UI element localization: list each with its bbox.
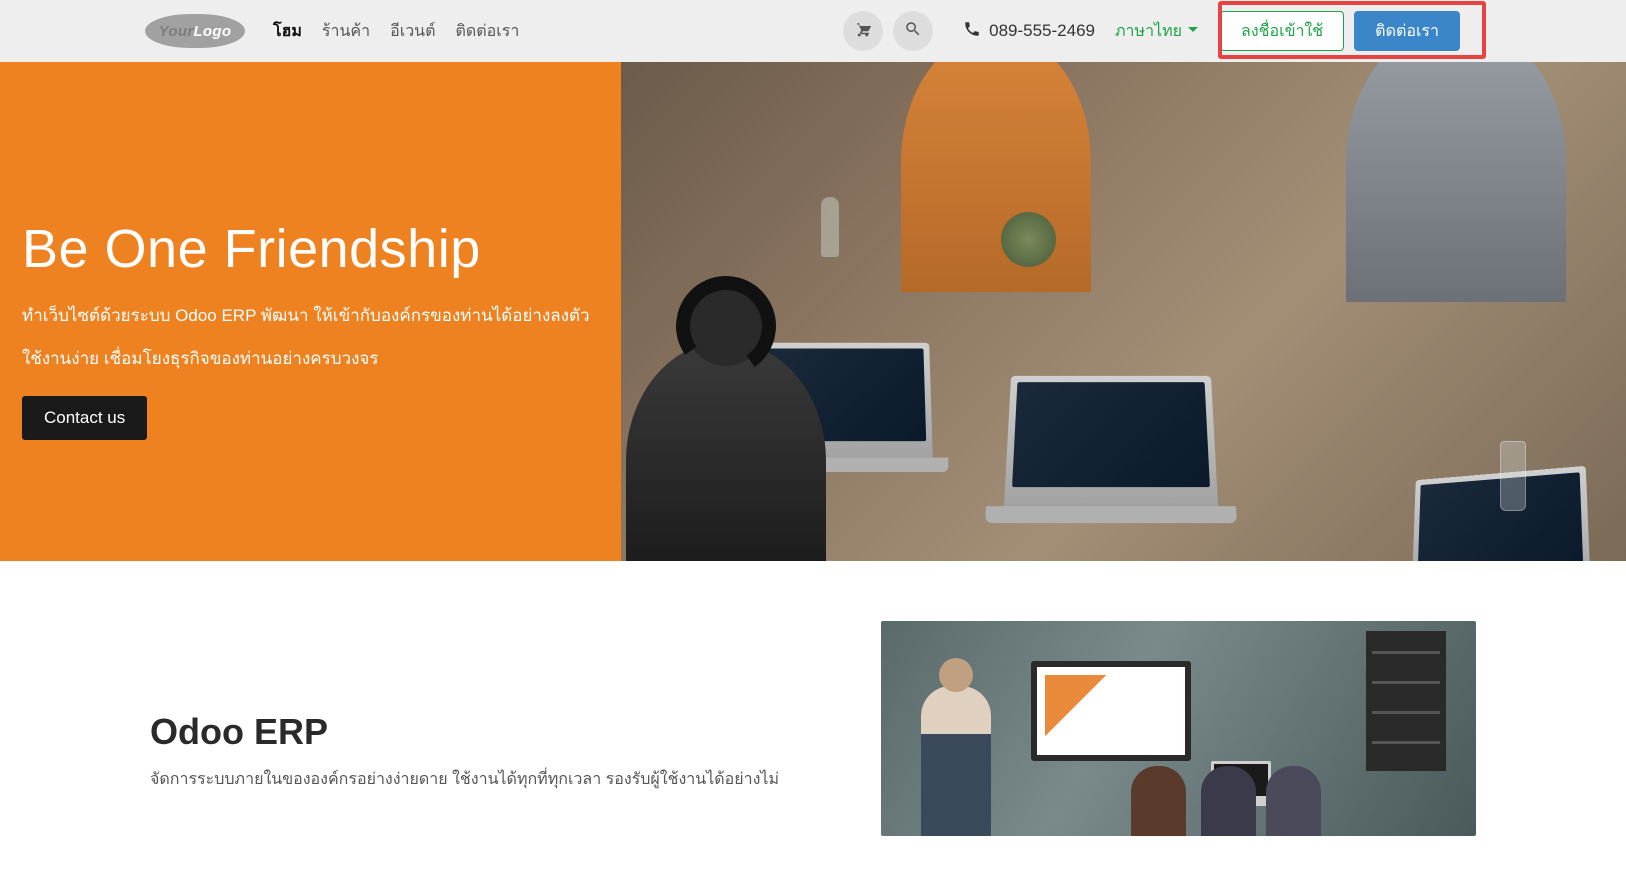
hero-person	[901, 62, 1091, 292]
language-label: ภาษาไทย	[1115, 19, 1182, 44]
phone-display: 089-555-2469	[963, 20, 1095, 43]
language-selector[interactable]: ภาษาไทย	[1115, 19, 1198, 44]
hero-image	[621, 62, 1626, 561]
signin-button[interactable]: ลงชื่อเข้าใช้	[1220, 11, 1344, 51]
hero-prop	[1001, 212, 1056, 267]
img-audience	[1131, 766, 1186, 836]
nav-shop[interactable]: ร้านค้า	[322, 19, 370, 44]
hero-text-panel: Be One Friendship ทำเว็บไซต์ด้วยระบบ Odo…	[0, 62, 621, 561]
hero-line1: ทำเว็บไซต์ด้วยระบบ Odoo ERP พัฒนา ให้เข้…	[22, 302, 597, 329]
contact-button[interactable]: ติดต่อเรา	[1354, 11, 1460, 51]
phone-icon	[963, 20, 989, 43]
site-logo[interactable]: YourLogo	[145, 14, 245, 48]
section-odoo-image	[881, 621, 1476, 836]
search-button[interactable]	[893, 11, 933, 51]
logo-text-right: Logo	[193, 23, 231, 40]
img-audience	[1201, 766, 1256, 836]
img-screen	[1031, 661, 1191, 761]
img-shelf	[1366, 631, 1446, 771]
hero-contact-button[interactable]: Contact us	[22, 396, 147, 440]
section-odoo-text: Odoo ERP จัดการระบบภายในขององค์กรอย่างง่…	[150, 621, 831, 836]
nav-events[interactable]: อีเวนต์	[390, 19, 435, 44]
nav-contact[interactable]: ติดต่อเรา	[456, 19, 520, 44]
section-odoo: Odoo ERP จัดการระบบภายในขององค์กรอย่างง่…	[0, 561, 1626, 836]
cart-icon	[854, 20, 872, 43]
main-nav: โฮม ร้านค้า อีเวนต์ ติดต่อเรา	[273, 19, 519, 44]
section-odoo-title: Odoo ERP	[150, 711, 831, 753]
logo-text-left: Your	[159, 23, 194, 40]
hero-person	[1346, 62, 1566, 302]
cart-button[interactable]	[843, 11, 883, 51]
hero-line2: ใช้งานง่าย เชื่อมโยงธุรกิจของท่านอย่างคร…	[22, 345, 597, 372]
nav-home[interactable]: โฮม	[273, 19, 302, 44]
hero-prop	[821, 197, 839, 257]
phone-number: 089-555-2469	[989, 21, 1095, 41]
hero-prop	[1500, 441, 1526, 511]
hero-section: Be One Friendship ทำเว็บไซต์ด้วยระบบ Odo…	[0, 62, 1626, 561]
chevron-down-icon	[1182, 22, 1198, 40]
img-audience	[1266, 766, 1321, 836]
img-presenter	[921, 686, 991, 836]
hero-laptop	[1004, 376, 1219, 511]
search-icon	[904, 20, 922, 43]
section-odoo-desc: จัดการระบบภายในขององค์กรอย่างง่ายดาย ใช้…	[150, 767, 831, 793]
hero-title: Be One Friendship	[22, 218, 597, 280]
